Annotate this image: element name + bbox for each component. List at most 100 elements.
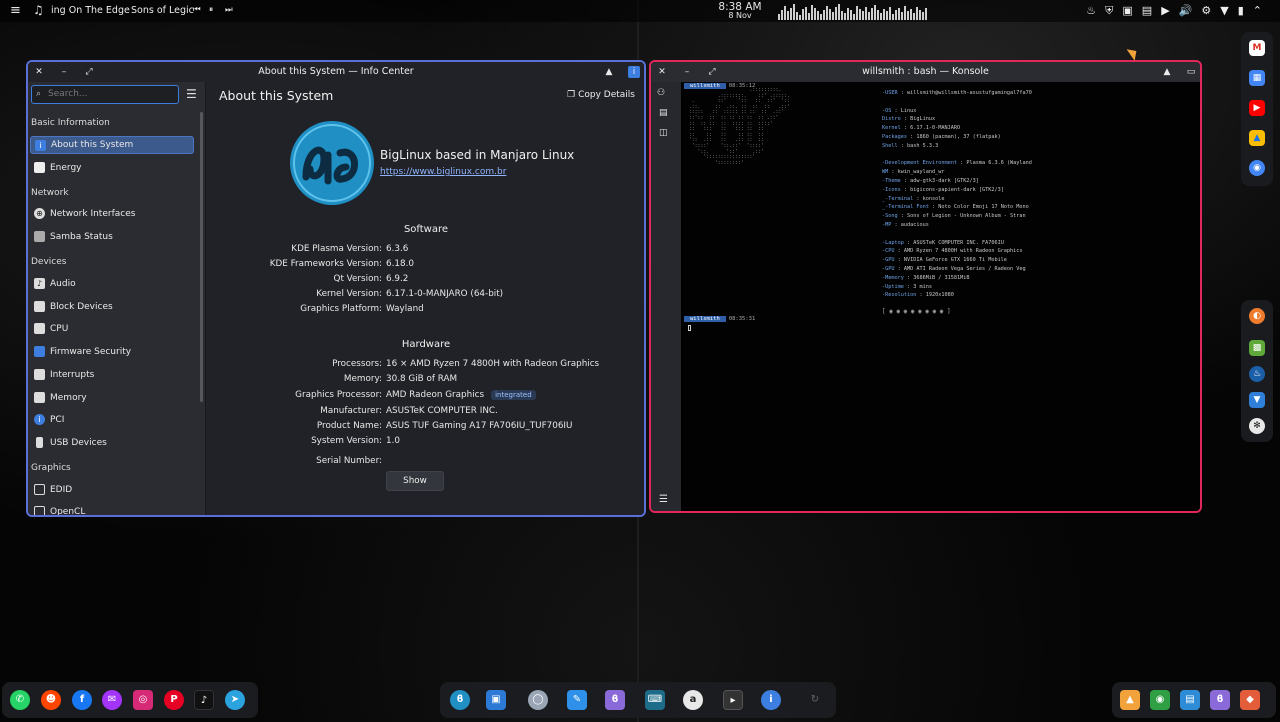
code-editor-icon[interactable]: ⌨ xyxy=(645,690,665,710)
sidebar-item-pci[interactable]: i PCI xyxy=(30,411,194,429)
split-view-icon[interactable]: ◫ xyxy=(659,128,668,138)
wifi-icon[interactable]: ▼ xyxy=(1220,4,1228,18)
visualizer-bar xyxy=(811,5,813,20)
github-icon[interactable]: ◉ xyxy=(1150,690,1170,710)
now-playing-artist[interactable]: Sons of Legic xyxy=(131,5,194,16)
drive-icon xyxy=(34,301,45,312)
welcome-icon[interactable]: ϐ xyxy=(1210,690,1230,710)
sidebar-item-samba-status[interactable]: Samba Status xyxy=(30,228,194,246)
konsole-icon[interactable]: ▸ xyxy=(723,690,743,710)
pause-icon[interactable]: ⏸ xyxy=(209,5,213,15)
profile-icon[interactable]: ⚇ xyxy=(657,88,665,98)
pci-info-icon: i xyxy=(34,414,45,425)
section-network: Network xyxy=(31,188,69,198)
reddit-icon[interactable]: ☻ xyxy=(41,690,61,710)
window-switcher-icon[interactable]: ▣ xyxy=(486,690,506,710)
keep-above-icon[interactable]: ▲ xyxy=(603,66,615,78)
terminal-output[interactable]: willsmith 08:35:12 .:::::::::. .::::::::.… xyxy=(682,82,1200,511)
sidebar-item-interrupts[interactable]: Interrupts xyxy=(30,366,194,384)
steam-tray-icon[interactable]: ♨ xyxy=(1086,4,1096,18)
sidebar-item-edid[interactable]: EDID xyxy=(30,481,194,499)
telegram-icon[interactable]: ➤ xyxy=(225,690,245,710)
section-basic-information: Basic Information xyxy=(31,118,110,128)
whatsapp-icon[interactable]: ✆ xyxy=(10,690,30,710)
sidebar-item-network-interfaces[interactable]: ⊕ Network Interfaces xyxy=(30,205,194,223)
system-tray: ♨ ⛨ ▣ ▤ ▶ 🔊 ⚙ ▼ ▮ ⌃ xyxy=(1086,4,1262,18)
backup-icon[interactable]: ▤ xyxy=(1180,690,1200,710)
steam-icon[interactable]: ♨ xyxy=(1249,366,1265,382)
tag-icon[interactable]: ◆ xyxy=(1240,690,1260,710)
next-track-icon[interactable]: ⏭ xyxy=(225,5,233,15)
window-title: About this System — Info Center xyxy=(258,66,414,77)
sidebar-item-audio[interactable]: ♪ Audio xyxy=(30,275,194,293)
visualizer-bar xyxy=(838,4,840,20)
messenger-icon[interactable]: ✉ xyxy=(102,690,122,710)
previous-track-icon[interactable]: ⏮ xyxy=(193,5,201,15)
visualizer-bar xyxy=(904,6,906,20)
pinterest-icon[interactable]: P xyxy=(164,690,184,710)
visualizer-bar xyxy=(919,10,921,20)
keep-above-icon[interactable]: ▲ xyxy=(1161,66,1173,78)
sidebar-item-energy[interactable]: Energy xyxy=(30,159,194,177)
app-info-icon[interactable]: i xyxy=(628,66,640,78)
sidebar-item-block-devices[interactable]: Block Devices xyxy=(30,298,194,316)
gmail-icon[interactable]: M xyxy=(1249,40,1265,56)
sidebar-item-about-this-system[interactable]: i About this System xyxy=(30,136,194,154)
audacious-icon[interactable]: a xyxy=(683,690,703,710)
package-manager-icon[interactable]: ▲ xyxy=(1120,690,1140,710)
biglinux-store-icon[interactable]: ϐ xyxy=(605,690,625,710)
firefox-icon[interactable]: ◐ xyxy=(1249,308,1265,324)
text-editor-icon[interactable]: ✎ xyxy=(567,690,587,710)
drive-icon[interactable]: ▲ xyxy=(1249,130,1265,146)
calendar-icon[interactable]: ▦ xyxy=(1249,70,1265,86)
settings-icon[interactable]: ⚙ xyxy=(1201,4,1211,18)
sidebar-item-opencl[interactable]: OpenCL xyxy=(30,503,194,515)
biglinux-menu-icon[interactable]: ϐ xyxy=(450,690,470,710)
now-playing-song[interactable]: ing On The Edge xyxy=(51,5,130,16)
info-center-icon[interactable]: i xyxy=(761,690,781,710)
share-icon[interactable]: ✻ xyxy=(1249,418,1265,434)
visualizer-bar xyxy=(856,6,858,20)
fetch-value: : bigicons-papient-dark [GTK2/3] xyxy=(900,186,1004,193)
hamburger-menu-icon[interactable]: ☰ xyxy=(659,494,668,505)
minecraft-icon[interactable]: ▩ xyxy=(1249,340,1265,356)
visualizer-bar xyxy=(850,10,852,20)
clock-date[interactable]: 8 Nov xyxy=(716,12,764,20)
sidebar-item-usb-devices[interactable]: USB Devices xyxy=(30,434,194,452)
protonvpn-icon[interactable]: ▼ xyxy=(1249,392,1265,408)
tiktok-icon[interactable]: ♪ xyxy=(194,690,214,710)
instagram-icon[interactable]: ◎ xyxy=(133,690,153,710)
sidebar-item-cpu[interactable]: CPU xyxy=(30,320,194,338)
bottom-dock-main: ϐ ▣ ◯ ✎ ϐ ⌨ a ▸ i ↻ xyxy=(440,682,836,718)
copy-icon: ❐ xyxy=(567,90,579,100)
shield-icon[interactable]: ⛨ xyxy=(1105,4,1113,18)
battery-icon[interactable]: ▮ xyxy=(1238,4,1244,18)
hamburger-menu-icon[interactable]: ☰ xyxy=(186,87,197,101)
konsole-titlebar[interactable]: ✕ – ⤢ willsmith : bash — Konsole ▲ ▭ xyxy=(651,62,1200,82)
disk-icon[interactable]: ◯ xyxy=(528,690,548,710)
fetch-line: -Memory : 3686MiB / 31581MiB xyxy=(882,275,1200,281)
refresh-icon[interactable]: ↻ xyxy=(805,690,825,710)
app-menu-icon[interactable]: ▭ xyxy=(1185,66,1197,78)
sidebar-scrollbar[interactable] xyxy=(200,112,203,402)
clipboard-icon[interactable]: ▣ xyxy=(1122,4,1132,18)
monitor-icon xyxy=(34,484,45,495)
info-center-titlebar[interactable]: ✕ – ⤢ About this System — Info Center ▲ … xyxy=(28,62,644,82)
volume-icon[interactable]: 🔊 xyxy=(1179,4,1193,18)
arrow-up-icon[interactable]: ⌃ xyxy=(1253,4,1262,18)
sidebar-item-memory[interactable]: Memory xyxy=(30,389,194,407)
sidebar-item-firmware-security[interactable]: Firmware Security xyxy=(30,343,194,361)
distro-link[interactable]: https://www.biglinux.com.br xyxy=(380,167,506,177)
bookmark-icon[interactable]: ▤ xyxy=(659,108,668,118)
fetch-value: : AMD ATI Radeon Vega Series / Radeon Ve… xyxy=(894,266,1026,272)
copy-details-button[interactable]: ❐ Copy Details xyxy=(567,90,635,100)
facebook-icon[interactable]: f xyxy=(72,690,92,710)
search-input[interactable]: ⌕ Search... xyxy=(31,85,179,104)
media-player-icon[interactable]: ▶ xyxy=(1161,4,1169,18)
menu-icon[interactable]: ≡ xyxy=(10,4,21,17)
youtube-icon[interactable]: ▶ xyxy=(1249,100,1265,116)
show-serial-button[interactable]: Show xyxy=(386,471,444,491)
fetch-value: : Plasma 6.3.6 (Wayland xyxy=(956,160,1032,167)
storage-icon[interactable]: ▤ xyxy=(1142,4,1152,18)
chrome-icon[interactable]: ◉ xyxy=(1249,160,1265,176)
